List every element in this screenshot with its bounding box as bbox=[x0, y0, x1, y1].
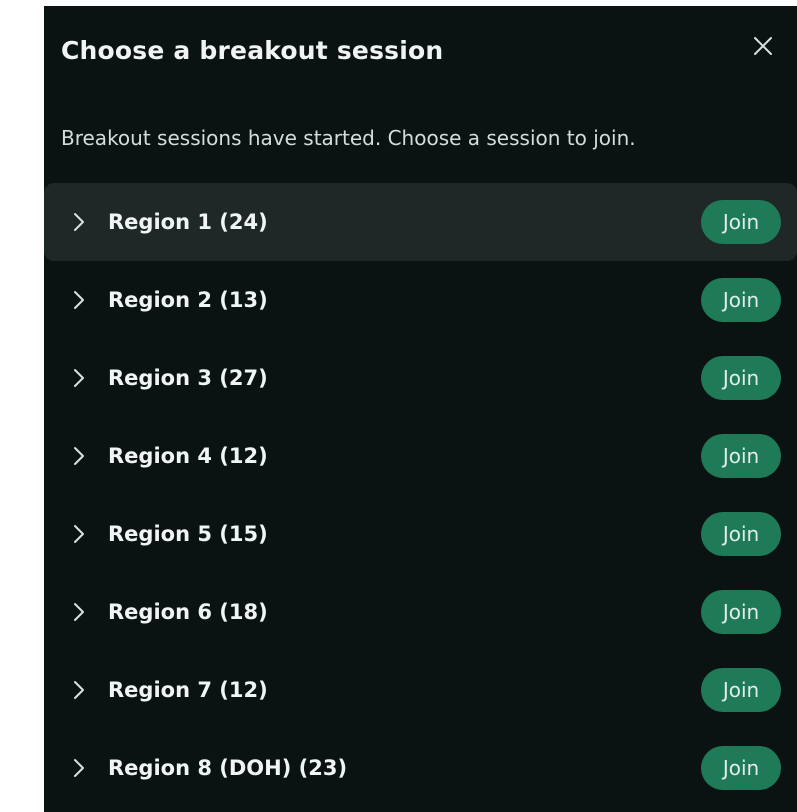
session-row-8[interactable]: Region 8 (DOH) (23) Join bbox=[44, 729, 797, 807]
session-label: Region 5 (15) bbox=[108, 522, 268, 546]
chevron-right-icon[interactable] bbox=[72, 211, 86, 233]
session-row-7[interactable]: Region 7 (12) Join bbox=[44, 651, 797, 729]
session-row-1[interactable]: Region 1 (24) Join bbox=[44, 183, 797, 261]
breakout-session-dialog: Choose a breakout session Breakout sessi… bbox=[44, 6, 797, 812]
close-button[interactable] bbox=[747, 30, 779, 62]
dialog-subtitle: Breakout sessions have started. Choose a… bbox=[61, 126, 636, 150]
join-button[interactable]: Join bbox=[701, 512, 781, 556]
session-row-2[interactable]: Region 2 (13) Join bbox=[44, 261, 797, 339]
session-label: Region 4 (12) bbox=[108, 444, 268, 468]
join-button[interactable]: Join bbox=[701, 590, 781, 634]
join-button[interactable]: Join bbox=[701, 278, 781, 322]
join-button[interactable]: Join bbox=[701, 746, 781, 790]
join-button[interactable]: Join bbox=[701, 200, 781, 244]
chevron-right-icon[interactable] bbox=[72, 679, 86, 701]
join-button[interactable]: Join bbox=[701, 356, 781, 400]
chevron-right-icon[interactable] bbox=[72, 445, 86, 467]
session-label: Region 7 (12) bbox=[108, 678, 268, 702]
chevron-right-icon[interactable] bbox=[72, 367, 86, 389]
session-label: Region 2 (13) bbox=[108, 288, 268, 312]
session-list: Region 1 (24) Join Region 2 (13) Join Re… bbox=[44, 183, 797, 807]
dialog-title: Choose a breakout session bbox=[61, 36, 444, 65]
session-row-3[interactable]: Region 3 (27) Join bbox=[44, 339, 797, 417]
join-button[interactable]: Join bbox=[701, 434, 781, 478]
session-label: Region 1 (24) bbox=[108, 210, 268, 234]
chevron-right-icon[interactable] bbox=[72, 523, 86, 545]
chevron-right-icon[interactable] bbox=[72, 757, 86, 779]
chevron-right-icon[interactable] bbox=[72, 601, 86, 623]
session-row-4[interactable]: Region 4 (12) Join bbox=[44, 417, 797, 495]
join-button[interactable]: Join bbox=[701, 668, 781, 712]
session-row-5[interactable]: Region 5 (15) Join bbox=[44, 495, 797, 573]
close-icon bbox=[754, 37, 772, 55]
session-label: Region 8 (DOH) (23) bbox=[108, 756, 348, 780]
chevron-right-icon[interactable] bbox=[72, 289, 86, 311]
page-background: Choose a breakout session Breakout sessi… bbox=[0, 0, 797, 812]
session-label: Region 3 (27) bbox=[108, 366, 268, 390]
session-label: Region 6 (18) bbox=[108, 600, 268, 624]
session-row-6[interactable]: Region 6 (18) Join bbox=[44, 573, 797, 651]
